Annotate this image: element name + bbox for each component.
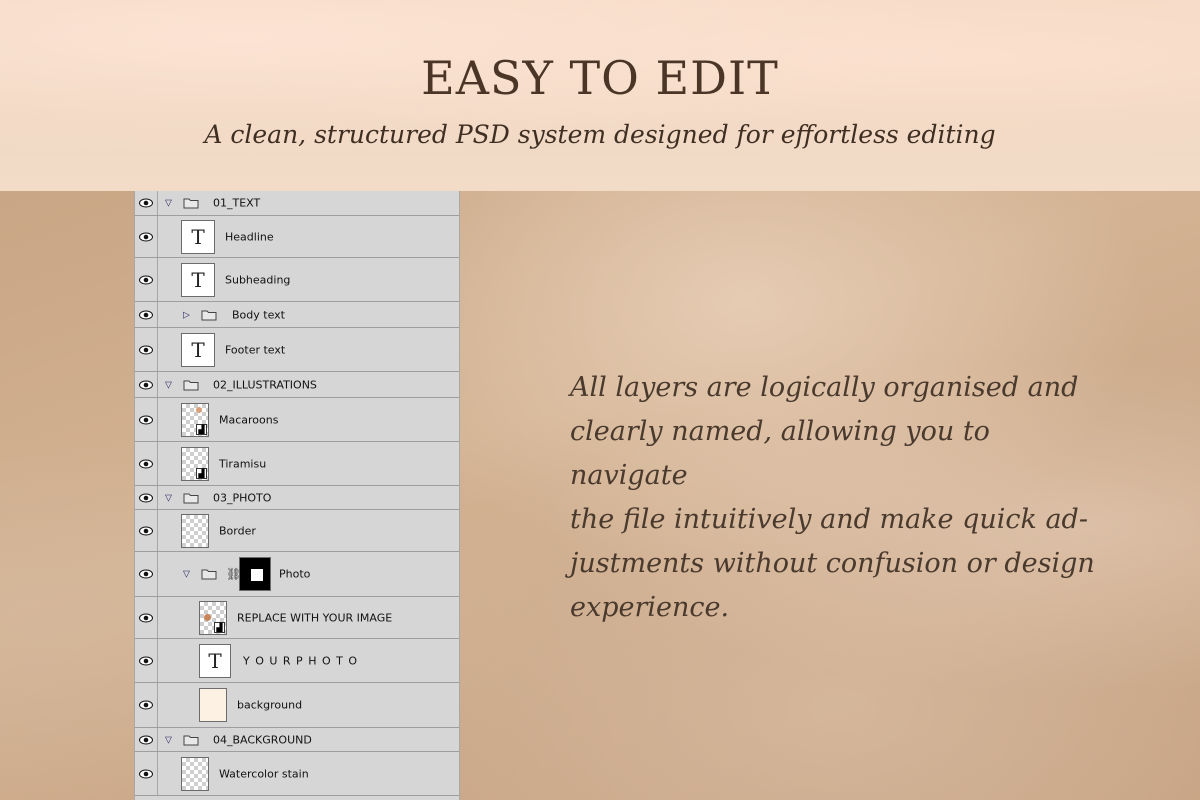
eye-icon[interactable] xyxy=(135,683,158,727)
eye-icon[interactable] xyxy=(135,258,158,301)
smart-object-thumbnail: ▟ xyxy=(181,402,209,437)
layer-row-border[interactable]: Border xyxy=(135,510,459,552)
expand-arrow-icon[interactable]: ▽ xyxy=(165,734,172,745)
layer-name: Watercolor stain xyxy=(219,767,309,780)
layer-name: 01_TEXT xyxy=(213,196,261,210)
eye-icon[interactable] xyxy=(135,597,158,638)
eye-icon[interactable] xyxy=(135,216,158,257)
eye-icon[interactable] xyxy=(135,752,158,795)
layer-row-background[interactable]: background xyxy=(135,683,459,728)
layer-name: REPLACE WITH YOUR IMAGE xyxy=(237,611,393,624)
layer-name: Subheading xyxy=(225,273,291,286)
description-line: the file intuitively and make quick ad- xyxy=(570,504,1088,535)
expand-arrow-icon[interactable]: ▽ xyxy=(165,379,172,390)
layer-row-macaroons[interactable]: ▟ Macaroons xyxy=(135,398,459,442)
layer-name: Footer text xyxy=(225,343,286,356)
layer-name: 04_BACKGROUND xyxy=(213,733,312,746)
layer-row-tiramisu[interactable]: ▟ Tiramisu xyxy=(135,442,459,486)
eye-icon[interactable] xyxy=(135,328,158,371)
eye-icon[interactable] xyxy=(135,510,158,551)
layer-group-text[interactable]: ▽ 01_TEXT xyxy=(135,191,459,216)
text-layer-icon: T xyxy=(181,219,215,254)
macaroon-thumb-dot xyxy=(196,406,202,413)
folder-icon xyxy=(183,380,199,390)
eye-icon[interactable] xyxy=(135,302,158,327)
layer-thumbnail xyxy=(181,513,209,548)
description-line: clearly named, allowing you to navigate xyxy=(570,416,990,491)
layer-group-photo[interactable]: ▽ 03_PHOTO xyxy=(135,486,459,510)
smart-object-icon: ▟ xyxy=(196,467,207,479)
layer-name: Border xyxy=(219,524,256,537)
layer-name: Headline xyxy=(225,230,274,243)
layer-group-body-text[interactable]: ▷ Body text xyxy=(135,302,459,328)
layer-row-your-photo[interactable]: T Y O U R P H O T O xyxy=(135,639,459,683)
folder-icon xyxy=(183,493,199,503)
folder-icon xyxy=(201,569,217,580)
expand-arrow-icon[interactable]: ▽ xyxy=(165,492,172,503)
text-layer-icon: T xyxy=(181,262,215,297)
layer-name: Photo xyxy=(279,567,311,581)
layer-name: 02_ILLUSTRATIONS xyxy=(213,378,317,391)
layer-thumbnail xyxy=(199,688,227,722)
layer-name: Tiramisu xyxy=(219,457,267,470)
layer-row-subheading[interactable]: T Subheading xyxy=(135,258,459,302)
page-title: EASY TO EDIT xyxy=(421,51,779,105)
layer-name: background xyxy=(237,698,303,712)
smart-object-icon: ▟ xyxy=(196,423,207,435)
eye-icon[interactable] xyxy=(135,191,158,215)
smart-object-icon: ▟ xyxy=(214,621,225,633)
folder-icon xyxy=(201,310,217,320)
description-text: All layers are logically organised and c… xyxy=(570,366,1110,630)
eye-icon[interactable] xyxy=(135,372,158,397)
collapsed-arrow-icon[interactable]: ▷ xyxy=(183,309,190,320)
smart-object-thumbnail: ▟ xyxy=(181,446,209,481)
eye-icon[interactable] xyxy=(135,442,158,485)
mask-thumbnail[interactable] xyxy=(239,557,271,591)
layer-name: 03_PHOTO xyxy=(213,491,272,504)
page-subtitle: A clean, structured PSD system designed … xyxy=(204,120,996,149)
expand-arrow-icon[interactable]: ▽ xyxy=(165,198,172,209)
eye-icon[interactable] xyxy=(135,639,158,682)
layer-name: Y O U R P H O T O xyxy=(243,654,358,667)
layer-name: Macaroons xyxy=(219,413,279,426)
layer-row-footer-text[interactable]: T Footer text xyxy=(135,328,459,372)
layer-group-photo-masked[interactable]: ▽ ⛓ Photo xyxy=(135,552,459,597)
description-line: experience. xyxy=(570,592,730,623)
layers-panel: ▽ 01_TEXT T Headline T Subheading ▷ Body… xyxy=(134,191,460,800)
eye-icon[interactable] xyxy=(135,398,158,441)
folder-icon xyxy=(183,198,199,209)
description-line: justments without confusion or design xyxy=(570,548,1095,579)
layer-row-headline[interactable]: T Headline xyxy=(135,216,459,258)
eye-icon[interactable] xyxy=(135,486,158,509)
description-line: All layers are logically organised and xyxy=(570,372,1079,403)
layer-name: Body text xyxy=(232,308,285,321)
text-layer-icon: T xyxy=(181,332,215,367)
layer-row-watercolor[interactable]: Watercolor stain xyxy=(135,752,459,796)
eye-icon[interactable] xyxy=(135,552,158,596)
expand-arrow-icon[interactable]: ▽ xyxy=(183,569,190,580)
layer-group-background[interactable]: ▽ 04_BACKGROUND xyxy=(135,728,459,752)
layer-row-replace-image[interactable]: ▟ REPLACE WITH YOUR IMAGE xyxy=(135,597,459,639)
photo-thumb-dot xyxy=(204,613,211,621)
folder-icon xyxy=(183,735,199,745)
smart-object-thumbnail: ▟ xyxy=(199,600,227,635)
eye-icon[interactable] xyxy=(135,728,158,751)
header-banner: EASY TO EDIT A clean, structured PSD sys… xyxy=(0,0,1200,191)
layer-group-illustrations[interactable]: ▽ 02_ILLUSTRATIONS xyxy=(135,372,459,398)
text-layer-icon: T xyxy=(199,643,231,678)
layer-thumbnail xyxy=(181,756,209,791)
